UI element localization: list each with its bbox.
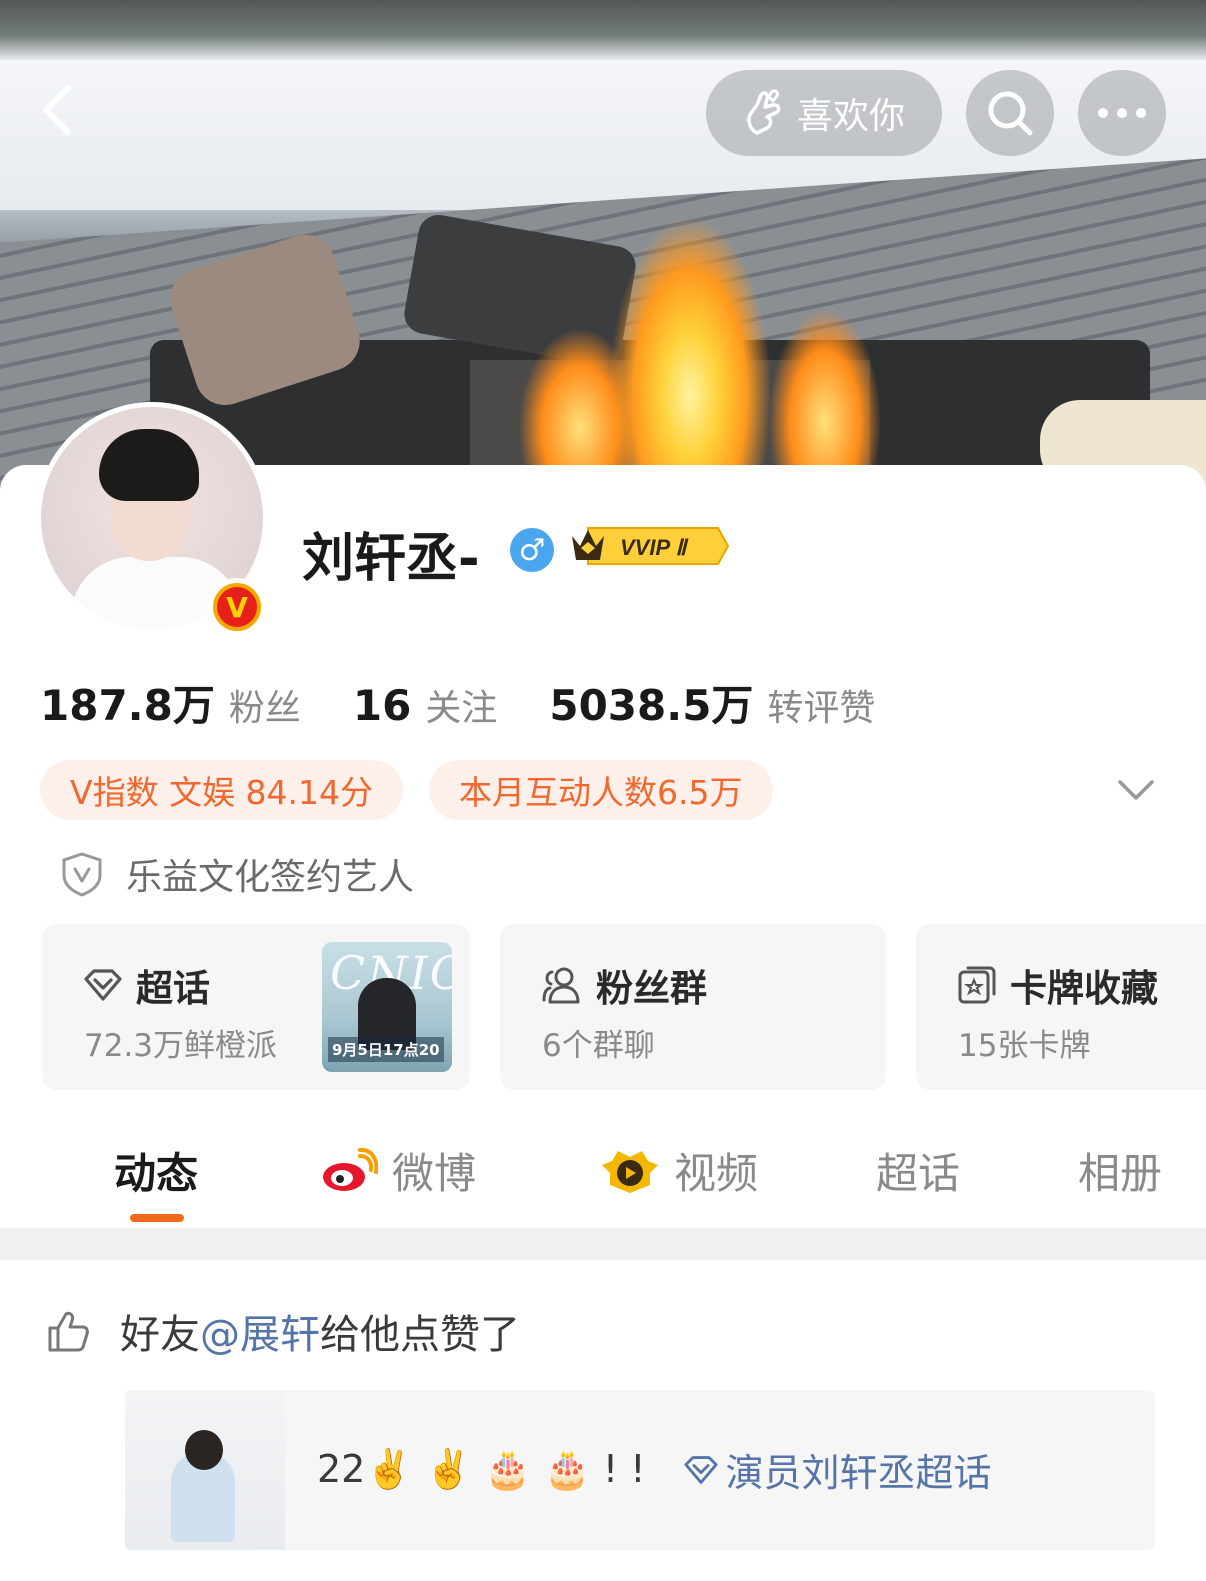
stats-row: 187.8万 粉丝 16 关注 5038.5万 转评赞 <box>40 672 927 733</box>
like-you-label: 喜欢你 <box>796 96 905 137</box>
more-dots-icon <box>1098 108 1146 118</box>
company-info: 乐益文化签约艺人 <box>60 848 414 900</box>
post-text: 22✌️ ✌️ 🎂 🎂 ! ! <box>317 1447 646 1491</box>
supertopic-poster: CNIC 9月5日17点20 <box>322 942 452 1072</box>
post-thumbnail <box>125 1390 285 1550</box>
profile-name: 刘轩丞- <box>302 529 480 589</box>
back-button[interactable] <box>30 80 90 140</box>
shield-v-icon <box>62 852 102 897</box>
liked-post-card[interactable]: 22✌️ ✌️ 🎂 🎂 ! ! 演员刘轩丞超话 <box>125 1390 1155 1550</box>
supertopic-link[interactable]: 演员刘轩丞超话 <box>681 1442 992 1497</box>
vvip-badge[interactable]: VVIP Ⅱ <box>568 522 730 570</box>
finger-heart-icon <box>747 89 781 135</box>
vvip-label: VVIP Ⅱ <box>620 535 689 560</box>
tile-card-collection[interactable]: 卡牌收藏 15张卡牌 <box>916 924 1206 1090</box>
tab-supertopic[interactable]: 超话 <box>876 1140 960 1201</box>
tile-fan-groups[interactable]: 粉丝群 6个群聊 <box>500 924 886 1090</box>
monthly-interaction-tag[interactable]: 本月互动人数6.5万 <box>429 760 773 820</box>
profile-tabs: 动态 微博 视频 超话 相册 <box>0 1130 1206 1226</box>
active-tab-indicator <box>130 1214 184 1222</box>
tag-row: V指数 文娱 84.14分 本月互动人数6.5万 <box>40 760 799 820</box>
more-button[interactable] <box>1078 70 1166 156</box>
tile-supertopic[interactable]: 超话 72.3万鲜橙派 CNIC 9月5日17点20 <box>42 924 470 1090</box>
section-divider <box>0 1228 1206 1260</box>
stat-interactions[interactable]: 5038.5万 转评赞 <box>549 672 875 733</box>
search-button[interactable] <box>966 70 1054 156</box>
tab-weibo[interactable]: 微博 <box>320 1140 476 1201</box>
stat-fans[interactable]: 187.8万 粉丝 <box>40 672 301 733</box>
stat-following[interactable]: 16 关注 <box>353 679 497 731</box>
verified-badge: V <box>208 578 266 636</box>
tab-feed[interactable]: 动态 <box>114 1140 198 1201</box>
group-icon <box>542 967 580 1004</box>
weibo-icon <box>323 1147 378 1191</box>
company-label: 乐益文化签约艺人 <box>126 857 415 898</box>
like-you-button[interactable]: 喜欢你 <box>706 70 942 156</box>
video-icon <box>602 1150 658 1193</box>
diamond-icon <box>84 969 122 1001</box>
chevron-down-icon[interactable] <box>1116 772 1156 808</box>
chevron-left-icon <box>43 85 71 135</box>
card-star-icon <box>958 966 996 1004</box>
tab-album[interactable]: 相册 <box>1078 1140 1162 1201</box>
thumbs-up-icon <box>48 1311 89 1352</box>
mention-link[interactable]: @展轩 <box>200 1312 320 1358</box>
tab-video[interactable]: 视频 <box>600 1140 758 1201</box>
v-index-tag[interactable]: V指数 文娱 84.14分 <box>40 760 404 820</box>
diamond-icon <box>684 1455 719 1484</box>
search-icon <box>988 91 1033 136</box>
friend-liked-notice: 好友@展轩给他点赞了 <box>46 1302 520 1360</box>
male-icon: ♂ <box>510 528 554 572</box>
